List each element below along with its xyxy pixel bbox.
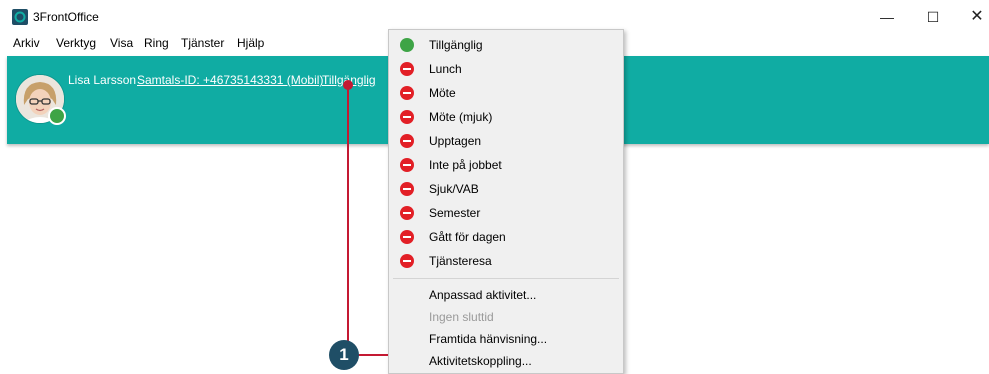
menu-item-ingen-sluttid: Ingen sluttid	[389, 305, 623, 329]
menu-item-mote-mjuk[interactable]: Möte (mjuk)	[389, 105, 623, 129]
red-minus-icon	[400, 110, 414, 124]
menu-item-label: Aktivitetskoppling...	[429, 354, 532, 368]
menu-ring[interactable]: Ring	[144, 36, 169, 50]
menu-item-gatt-for-dagen[interactable]: Gått för dagen	[389, 225, 623, 249]
menu-item-anpassad-aktivitet[interactable]: Anpassad aktivitet...	[389, 283, 623, 307]
menu-item-label: Tjänsteresa	[429, 254, 492, 268]
menu-item-aktivitetskoppling[interactable]: Aktivitetskoppling...	[389, 349, 623, 373]
menu-item-label: Tillgänglig	[429, 38, 483, 52]
callout-anchor-dot	[343, 80, 353, 90]
red-minus-icon	[400, 158, 414, 172]
menu-item-framtida-hanvisning[interactable]: Framtida hänvisning...	[389, 327, 623, 351]
menu-item-lunch[interactable]: Lunch	[389, 57, 623, 81]
menu-item-inte-pa-jobbet[interactable]: Inte på jobbet	[389, 153, 623, 177]
menu-item-tjansteresa[interactable]: Tjänsteresa	[389, 249, 623, 273]
menu-item-label: Anpassad aktivitet...	[429, 288, 537, 302]
menu-hjalp[interactable]: Hjälp	[237, 36, 264, 50]
presence-indicator	[48, 107, 66, 125]
red-minus-icon	[400, 206, 414, 220]
minimize-button[interactable]: —	[872, 6, 902, 28]
app-logo-icon	[12, 9, 28, 25]
menu-item-label: Möte	[429, 86, 456, 100]
red-minus-icon	[400, 230, 414, 244]
maximize-button[interactable]: ☐	[918, 6, 948, 28]
callout-badge: 1	[329, 340, 359, 370]
menu-tjanster[interactable]: Tjänster	[181, 36, 224, 50]
menu-separator	[393, 278, 619, 279]
menu-verktyg[interactable]: Verktyg	[56, 36, 96, 50]
menu-item-label: Upptagen	[429, 134, 482, 148]
menu-item-label: Sjuk/VAB	[429, 182, 479, 196]
red-minus-icon	[400, 134, 414, 148]
menu-item-label: Framtida hänvisning...	[429, 332, 548, 346]
callout-line	[347, 84, 349, 355]
status-dropdown-menu: Tillgänglig Lunch Möte Möte (mjuk) Uppta…	[388, 29, 624, 374]
menu-visa[interactable]: Visa	[110, 36, 133, 50]
red-minus-icon	[400, 254, 414, 268]
menu-item-label: Gått för dagen	[429, 230, 506, 244]
menu-arkiv[interactable]: Arkiv	[13, 36, 40, 50]
close-button[interactable]: ✕	[962, 6, 989, 28]
red-minus-icon	[400, 86, 414, 100]
menu-item-label: Möte (mjuk)	[429, 110, 493, 124]
menu-item-semester[interactable]: Semester	[389, 201, 623, 225]
red-minus-icon	[400, 62, 414, 76]
menu-item-mote[interactable]: Möte	[389, 81, 623, 105]
menu-item-label: Ingen sluttid	[429, 310, 494, 324]
user-name: Lisa Larsson	[68, 73, 137, 87]
menu-item-tillganglig[interactable]: Tillgänglig	[389, 33, 623, 57]
title-bar: 3FrontOffice — ☐ ✕	[0, 0, 989, 30]
window-title: 3FrontOffice	[33, 10, 99, 24]
menu-item-sjuk-vab[interactable]: Sjuk/VAB	[389, 177, 623, 201]
menu-item-label: Lunch	[429, 62, 462, 76]
menu-item-upptagen[interactable]: Upptagen	[389, 129, 623, 153]
red-minus-icon	[400, 182, 414, 196]
call-id-link[interactable]: Samtals-ID: +46735143331 (Mobil)	[137, 73, 323, 87]
menu-item-label: Semester	[429, 206, 481, 220]
green-dot-icon	[400, 38, 414, 52]
menu-item-label: Inte på jobbet	[429, 158, 502, 172]
